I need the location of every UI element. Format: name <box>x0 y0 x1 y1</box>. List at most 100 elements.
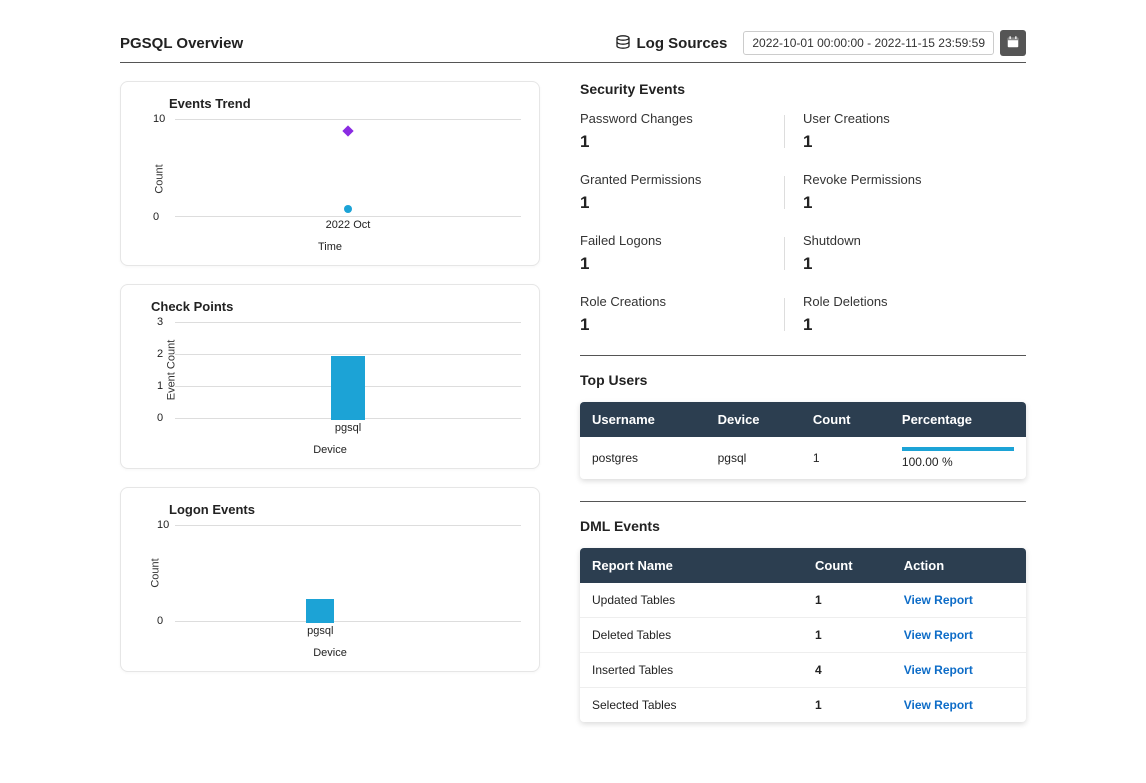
metric-value: 1 <box>580 132 791 152</box>
col-count[interactable]: Count <box>801 402 890 437</box>
chart-title: Events Trend <box>169 96 521 111</box>
metric-label: User Creations <box>803 111 1014 126</box>
dml-events-title: DML Events <box>580 518 1026 534</box>
cell-report-name: Selected Tables <box>580 688 803 723</box>
grid-line <box>175 621 521 622</box>
col-percentage[interactable]: Percentage <box>890 402 1026 437</box>
log-sources-label: Log Sources <box>637 35 728 52</box>
table-row: Updated Tables1 View Report <box>580 583 1026 618</box>
metric-value: 1 <box>803 193 1014 213</box>
view-report-link[interactable]: View Report <box>904 663 973 677</box>
metric-label: Shutdown <box>803 233 1014 248</box>
header-bar: PGSQL Overview Log Sources 2022-10-01 00… <box>120 30 1026 63</box>
table-row: Inserted Tables4 View Report <box>580 653 1026 688</box>
metric-value: 1 <box>803 254 1014 274</box>
divider <box>580 501 1026 502</box>
chart-title: Check Points <box>151 299 521 314</box>
database-icon <box>615 35 631 51</box>
table-row: Deleted Tables1 View Report <box>580 618 1026 653</box>
y-tick: 3 <box>157 316 163 328</box>
x-axis-label: Time <box>139 241 521 253</box>
page-title: PGSQL Overview <box>120 35 615 52</box>
security-metric[interactable]: Role Deletions 1 <box>803 294 1026 335</box>
cell-username: postgres <box>580 437 706 479</box>
divider <box>580 355 1026 356</box>
events-trend-card: Events Trend Count 10 0 2022 Oct Time <box>120 81 540 266</box>
top-users-title: Top Users <box>580 372 1026 388</box>
grid-line <box>175 525 521 526</box>
metric-value: 1 <box>803 315 1014 335</box>
cell-count: 1 <box>803 583 892 618</box>
view-report-link[interactable]: View Report <box>904 698 973 712</box>
col-report-name[interactable]: Report Name <box>580 548 803 583</box>
col-device[interactable]: Device <box>706 402 801 437</box>
cell-report-name: Inserted Tables <box>580 653 803 688</box>
events-trend-chart[interactable]: Count 10 0 2022 Oct <box>175 119 521 239</box>
log-sources-button[interactable]: Log Sources <box>615 35 728 52</box>
check-points-chart[interactable]: Event Count 3 2 1 0 pgsql <box>175 322 521 442</box>
grid-line <box>175 354 521 355</box>
security-metric[interactable]: User Creations 1 <box>803 111 1026 152</box>
metric-label: Granted Permissions <box>580 172 791 187</box>
chart-title: Logon Events <box>169 502 521 517</box>
security-metric[interactable]: Shutdown 1 <box>803 233 1026 274</box>
metric-value: 1 <box>580 254 791 274</box>
security-metric[interactable]: Revoke Permissions 1 <box>803 172 1026 213</box>
y-axis-label: Count <box>150 558 162 587</box>
security-metric[interactable]: Failed Logons 1 <box>580 233 803 274</box>
cell-device: pgsql <box>706 437 801 479</box>
col-action[interactable]: Action <box>892 548 1026 583</box>
percentage-bar <box>902 447 1014 451</box>
metric-label: Revoke Permissions <box>803 172 1014 187</box>
security-metric[interactable]: Role Creations 1 <box>580 294 803 335</box>
view-report-link[interactable]: View Report <box>904 628 973 642</box>
x-tick: pgsql <box>307 625 333 637</box>
y-tick: 10 <box>157 519 169 531</box>
table-row: Selected Tables1 View Report <box>580 688 1026 723</box>
top-users-table: Username Device Count Percentage postgre… <box>580 402 1026 479</box>
y-tick: 10 <box>153 113 165 125</box>
cell-count: 1 <box>803 618 892 653</box>
check-points-card: Check Points Event Count 3 2 1 0 pgsql D… <box>120 284 540 469</box>
percentage-text: 100.00 % <box>902 455 953 469</box>
metric-label: Role Creations <box>580 294 791 309</box>
security-metric[interactable]: Password Changes 1 <box>580 111 803 152</box>
y-axis-label: Count <box>154 164 166 193</box>
security-events-title: Security Events <box>580 81 1026 97</box>
col-count[interactable]: Count <box>803 548 892 583</box>
data-point-diamond[interactable] <box>342 125 353 136</box>
metric-label: Role Deletions <box>803 294 1014 309</box>
cell-report-name: Updated Tables <box>580 583 803 618</box>
metric-value: 1 <box>580 193 791 213</box>
data-point-circle[interactable] <box>344 205 352 213</box>
x-axis-label: Device <box>139 647 521 659</box>
metric-label: Password Changes <box>580 111 791 126</box>
x-axis-label: Device <box>139 444 521 456</box>
bar[interactable] <box>306 599 334 623</box>
x-tick: 2022 Oct <box>326 219 371 231</box>
grid-line <box>175 322 521 323</box>
cell-percentage: 100.00 % <box>890 437 1026 479</box>
y-axis-label: Event Count <box>165 340 177 401</box>
bar[interactable] <box>331 356 365 420</box>
cell-count: 1 <box>803 688 892 723</box>
metric-label: Failed Logons <box>580 233 791 248</box>
view-report-link[interactable]: View Report <box>904 593 973 607</box>
logon-events-card: Logon Events Count 10 0 pgsql Device <box>120 487 540 672</box>
logon-events-chart[interactable]: Count 10 0 pgsql <box>175 525 521 645</box>
cell-count: 4 <box>803 653 892 688</box>
y-tick: 0 <box>153 211 159 223</box>
table-row[interactable]: postgrespgsql1 100.00 % <box>580 437 1026 479</box>
security-metric[interactable]: Granted Permissions 1 <box>580 172 803 213</box>
y-tick: 1 <box>157 380 163 392</box>
calendar-button[interactable] <box>1000 30 1026 56</box>
dml-events-table: Report Name Count Action Updated Tables1… <box>580 548 1026 722</box>
date-range-picker[interactable]: 2022-10-01 00:00:00 - 2022-11-15 23:59:5… <box>743 31 994 55</box>
metric-value: 1 <box>803 132 1014 152</box>
metric-value: 1 <box>580 315 791 335</box>
y-tick: 2 <box>157 348 163 360</box>
y-tick: 0 <box>157 412 163 424</box>
cell-count: 1 <box>801 437 890 479</box>
col-username[interactable]: Username <box>580 402 706 437</box>
cell-report-name: Deleted Tables <box>580 618 803 653</box>
